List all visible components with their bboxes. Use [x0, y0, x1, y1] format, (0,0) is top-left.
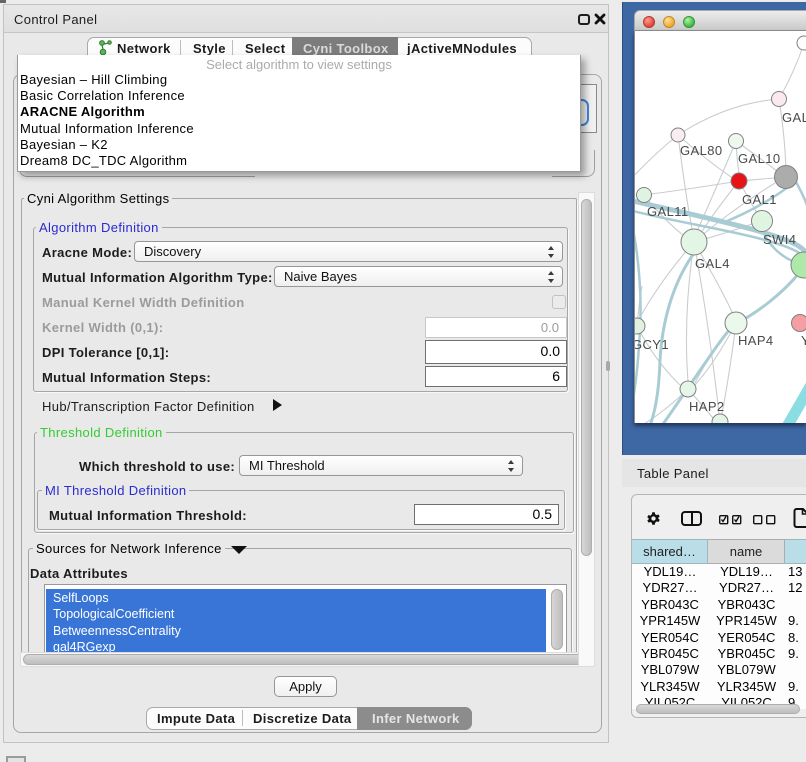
- svg-text:HAP4: HAP4: [738, 333, 774, 348]
- svg-text:Y: Y: [801, 333, 806, 348]
- svg-text:GAL4: GAL4: [695, 256, 730, 271]
- svg-text:GAL80: GAL80: [680, 143, 722, 158]
- svg-text:HAP2: HAP2: [689, 399, 725, 414]
- svg-text:GCY1: GCY1: [635, 337, 669, 352]
- svg-text:SWI4: SWI4: [763, 232, 796, 247]
- svg-text:GAL7: GAL7: [782, 110, 806, 125]
- svg-text:GAL1: GAL1: [742, 192, 777, 207]
- svg-text:GAL11: GAL11: [647, 204, 689, 219]
- svg-text:GAL10: GAL10: [738, 151, 780, 166]
